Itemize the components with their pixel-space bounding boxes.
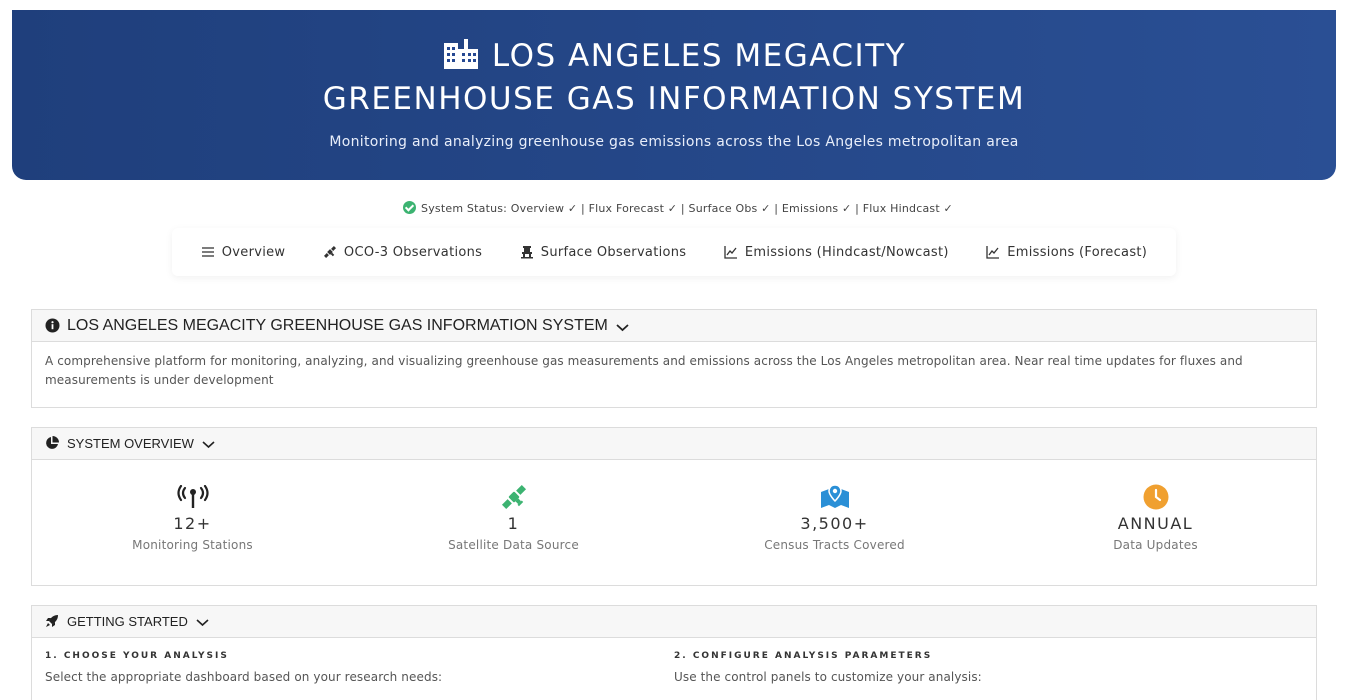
getting-started-panel: GETTING STARTED 1. CHOOSE YOUR ANALYSIS … (31, 605, 1317, 700)
building-icon (442, 39, 480, 79)
stat-monitoring-stations: 12+ Monitoring Stations (32, 460, 353, 586)
stat-value: ANNUAL (1117, 514, 1194, 533)
line-chart-icon (986, 245, 1000, 259)
tab-oco3-observations[interactable]: OCO-3 Observations (323, 245, 482, 260)
chevron-down-icon (196, 616, 209, 627)
tower-icon (520, 245, 534, 259)
tab-emissions-forecast[interactable]: Emissions (Forecast) (986, 245, 1147, 260)
stats-row: 12+ Monitoring Stations 1 Satellite Data… (32, 460, 1316, 586)
step-title: 2. CONFIGURE ANALYSIS PARAMETERS (674, 651, 933, 661)
title-line-2: GREENHOUSE GAS INFORMATION SYSTEM (322, 81, 1026, 117)
step-description: Use the control panels to customize your… (674, 670, 982, 684)
line-chart-icon (724, 245, 738, 259)
getting-started-title: GETTING STARTED (67, 614, 188, 629)
main-nav: Overview OCO-3 Observations Surface Obse… (172, 228, 1176, 276)
tab-oco3-label: OCO-3 Observations (343, 244, 483, 260)
system-overview-title: SYSTEM OVERVIEW (67, 436, 194, 451)
step-configure-parameters: 2. CONFIGURE ANALYSIS PARAMETERS Use the… (674, 651, 1303, 684)
tab-overview-label: Overview (221, 244, 286, 260)
stat-label: Data Updates (1113, 538, 1198, 552)
about-panel: LOS ANGELES MEGACITY GREENHOUSE GAS INFO… (31, 309, 1317, 408)
stat-census-tracts: 3,500+ Census Tracts Covered (674, 460, 995, 586)
stat-data-updates: ANNUAL Data Updates (995, 460, 1316, 586)
about-panel-title: LOS ANGELES MEGACITY GREENHOUSE GAS INFO… (67, 316, 608, 334)
stat-label: Monitoring Stations (132, 538, 253, 552)
tab-emissions-hindcast-label: Emissions (Hindcast/Nowcast) (744, 244, 949, 260)
info-circle-icon (45, 318, 60, 333)
tab-emissions-hindcast[interactable]: Emissions (Hindcast/Nowcast) (724, 245, 949, 260)
getting-started-steps: 1. CHOOSE YOUR ANALYSIS Select the appro… (32, 638, 1316, 684)
rocket-icon (45, 614, 60, 629)
check-circle-icon (403, 201, 417, 214)
tab-overview[interactable]: Overview (201, 245, 286, 260)
step-title: 1. CHOOSE YOUR ANALYSIS (45, 651, 229, 661)
page-title: LOS ANGELES MEGACITY GREENHOUSE GAS INFO… (12, 36, 1336, 119)
about-description: A comprehensive platform for monitoring,… (45, 354, 1243, 387)
about-panel-toggle[interactable]: LOS ANGELES MEGACITY GREENHOUSE GAS INFO… (32, 310, 1316, 342)
satellite-icon (353, 484, 674, 510)
page-subtitle: Monitoring and analyzing greenhouse gas … (329, 134, 1019, 150)
chevron-down-icon (202, 438, 215, 449)
stat-label: Census Tracts Covered (764, 538, 905, 552)
step-choose-analysis: 1. CHOOSE YOUR ANALYSIS Select the appro… (45, 651, 674, 684)
system-overview-toggle[interactable]: SYSTEM OVERVIEW (32, 428, 1316, 460)
title-line-1: LOS ANGELES MEGACITY (491, 38, 907, 74)
system-overview-panel: SYSTEM OVERVIEW 12+ Monitoring Stations … (31, 427, 1317, 586)
map-marked-icon (674, 484, 995, 510)
stat-value: 3,500+ (800, 514, 869, 533)
step-description: Select the appropriate dashboard based o… (45, 670, 443, 684)
broadcast-tower-icon (32, 484, 353, 510)
stat-label: Satellite Data Source (448, 538, 579, 552)
stat-value: 1 (507, 514, 520, 533)
page-header: LOS ANGELES MEGACITY GREENHOUSE GAS INFO… (12, 10, 1336, 180)
system-status: System Status: Overview ✓ | Flux Forecas… (0, 201, 1356, 215)
chevron-down-icon (616, 320, 629, 332)
stat-value: 12+ (173, 514, 212, 533)
menu-icon (201, 245, 215, 259)
stat-satellite-sources: 1 Satellite Data Source (353, 460, 674, 586)
tab-emissions-forecast-label: Emissions (Forecast) (1007, 244, 1148, 260)
satellite-icon (323, 245, 337, 259)
system-status-text: System Status: Overview ✓ | Flux Forecas… (421, 202, 953, 215)
getting-started-toggle[interactable]: GETTING STARTED (32, 606, 1316, 638)
pie-chart-icon (45, 436, 60, 451)
tab-surface-label: Surface Observations (540, 244, 687, 260)
tab-surface-observations[interactable]: Surface Observations (520, 245, 687, 260)
clock-icon (995, 484, 1316, 510)
